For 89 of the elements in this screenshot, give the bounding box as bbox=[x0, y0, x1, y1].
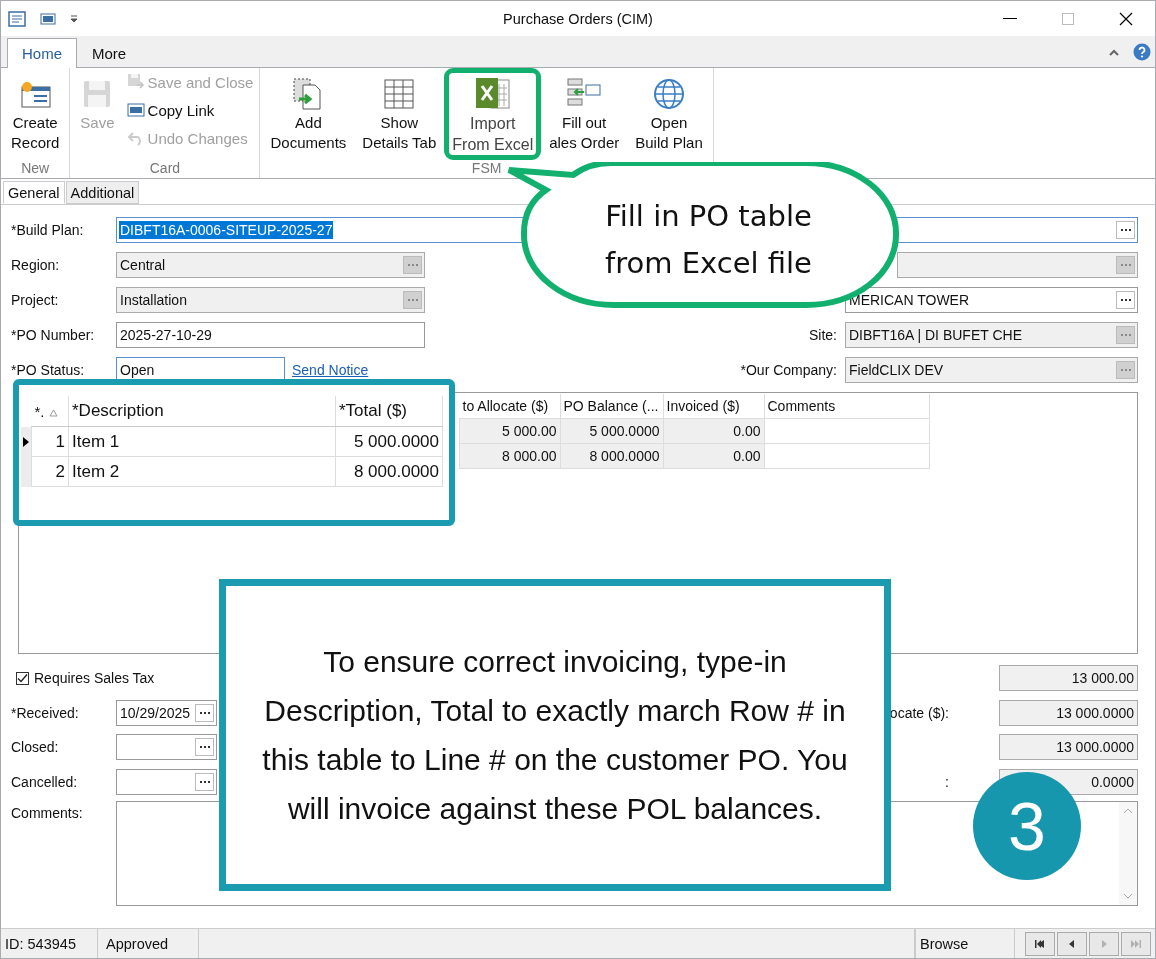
ellipsis-button[interactable] bbox=[195, 772, 214, 791]
total-field: 13 000.0000 bbox=[999, 699, 1138, 726]
group-label: New bbox=[21, 160, 50, 178]
date-field[interactable] bbox=[116, 768, 217, 795]
first-page-icon bbox=[1035, 939, 1045, 948]
callout-text: Fill in PO table from Excel file bbox=[604, 198, 813, 282]
field-label: *Received: bbox=[11, 704, 80, 721]
globe-icon bbox=[652, 77, 686, 111]
record-id: ID: 543945 bbox=[1, 929, 98, 958]
date-field[interactable]: 10/29/2025 bbox=[116, 699, 217, 726]
next-icon bbox=[1101, 939, 1107, 948]
table-cell: 0.00 bbox=[663, 418, 764, 444]
mode-label: Browse bbox=[915, 929, 1015, 958]
minimize-icon[interactable] bbox=[1003, 17, 1017, 20]
column-header[interactable]: *Description bbox=[68, 396, 336, 427]
table-cell: Item 1 bbox=[68, 426, 336, 457]
step-badge: 3 bbox=[973, 772, 1081, 880]
field-label: : bbox=[945, 773, 949, 790]
previous-icon bbox=[1069, 939, 1075, 948]
last-page-icon bbox=[1131, 939, 1141, 948]
card-icon bbox=[18, 79, 53, 109]
dropdown-caret-icon[interactable] bbox=[70, 14, 78, 23]
field-label: Cancelled: bbox=[11, 773, 79, 790]
table-cell: 5 000.00 bbox=[459, 418, 560, 444]
field-label: Comments: bbox=[11, 804, 84, 821]
field-label: Region: bbox=[11, 257, 61, 273]
note-text: To ensure correct invoicing, type-in Description, Total to exactly march Row # in this table to Line # on the customer PO. You will invoice against these POL balances. bbox=[261, 644, 849, 827]
table-cell: 8 000.0000 bbox=[335, 456, 443, 487]
ribbon-button[interactable]: Open Build Plan bbox=[627, 68, 711, 160]
group-label: Card bbox=[149, 160, 181, 178]
ribbon-button[interactable]: Show Details Tab bbox=[354, 68, 445, 160]
field-label: *Our Company: bbox=[740, 362, 837, 378]
table-cell: 8 000.0000 bbox=[560, 443, 663, 469]
column-header[interactable]: *Total ($) bbox=[335, 396, 443, 427]
field-label: *Build Plan: bbox=[11, 222, 85, 238]
document-icon[interactable] bbox=[8, 10, 26, 27]
date-field[interactable] bbox=[116, 734, 217, 760]
table-cell: Item 2 bbox=[68, 456, 336, 487]
table-cell: 5 000.0000 bbox=[335, 426, 443, 457]
table-cell: 1 bbox=[31, 426, 69, 457]
input-field[interactable]: 2025-27-10-29 bbox=[116, 322, 425, 348]
table-cell: 0.00 bbox=[663, 443, 764, 469]
record-status: Approved bbox=[98, 929, 199, 958]
label-icon bbox=[126, 102, 145, 118]
send-notice-link[interactable]: Send Notice bbox=[292, 362, 369, 378]
total-field: 13 000.0000 bbox=[999, 734, 1138, 760]
lookup-field[interactable]: MERICAN TOWER bbox=[845, 287, 1138, 313]
ribbon-tab[interactable]: Home bbox=[7, 38, 77, 68]
help-icon[interactable] bbox=[1133, 43, 1151, 61]
form-tab[interactable]: Additional bbox=[65, 181, 140, 204]
maximize-icon[interactable] bbox=[1062, 12, 1074, 25]
floppy-disk-icon bbox=[126, 73, 145, 91]
requires-sales-tax-checkbox[interactable]: Requires Sales Tax bbox=[11, 670, 155, 686]
scroll-up-icon[interactable] bbox=[1123, 808, 1133, 814]
field-label: Project: bbox=[11, 292, 60, 308]
field-label: *PO Number: bbox=[11, 327, 96, 343]
ellipsis-button[interactable] bbox=[1116, 291, 1135, 309]
close-icon[interactable] bbox=[1119, 11, 1133, 26]
sort-icon bbox=[48, 408, 58, 417]
label-icon[interactable] bbox=[40, 11, 56, 26]
nav-button[interactable] bbox=[1025, 931, 1055, 956]
column-header[interactable]: *. bbox=[31, 396, 69, 427]
ribbon-tab[interactable]: More bbox=[77, 38, 142, 68]
total-field: 13 000.00 bbox=[999, 665, 1138, 691]
ellipsis-button[interactable] bbox=[1116, 221, 1135, 239]
checkmark-icon bbox=[17, 672, 28, 684]
table-icon bbox=[382, 77, 417, 111]
field-label: Site: bbox=[809, 327, 837, 343]
nav-button[interactable] bbox=[1057, 931, 1087, 956]
ellipsis-button[interactable] bbox=[195, 703, 214, 722]
scrollbar[interactable] bbox=[1119, 802, 1137, 905]
scroll-down-icon[interactable] bbox=[1123, 893, 1133, 899]
ribbon-button[interactable]: Add Documents bbox=[262, 68, 355, 160]
window-title: Purchase Orders (CIM) bbox=[503, 10, 653, 27]
group-label: FSM bbox=[471, 160, 502, 178]
ribbon-button[interactable]: Fill out ales Order bbox=[541, 68, 628, 160]
form-tab[interactable]: General bbox=[3, 181, 65, 204]
ribbon-button[interactable]: Create Record bbox=[3, 68, 68, 160]
caret-icon[interactable] bbox=[1109, 48, 1119, 56]
table-cell: 8 000.00 bbox=[459, 443, 560, 469]
table-cell: 2 bbox=[31, 456, 69, 487]
ribbon-button[interactable]: Copy Link bbox=[126, 99, 254, 121]
ribbon-button[interactable]: Import From Excel bbox=[444, 68, 542, 160]
table-cell: 5 000.0000 bbox=[560, 418, 663, 444]
field-label: Closed: bbox=[11, 739, 60, 755]
field-label: ocate ($): bbox=[889, 704, 949, 721]
row-indicator[interactable] bbox=[21, 426, 32, 457]
field-label: *PO Status: bbox=[11, 362, 86, 378]
ellipsis-button[interactable] bbox=[195, 738, 214, 756]
